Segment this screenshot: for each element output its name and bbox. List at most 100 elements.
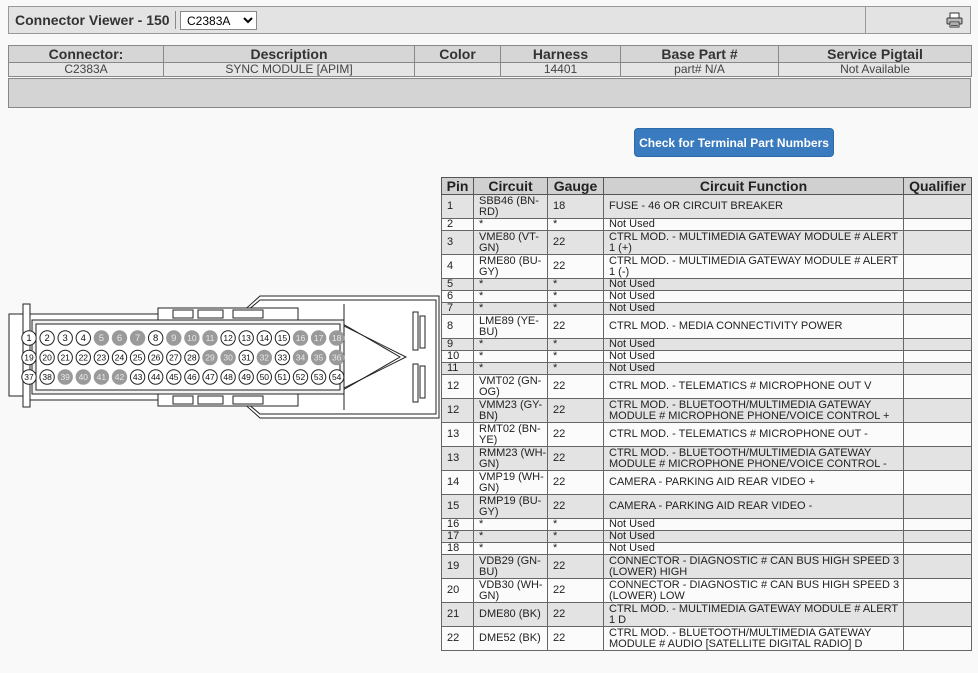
info-harness-value: 14401 (500, 62, 621, 77)
pin-number: 11 (441, 362, 474, 375)
pin-table-header-circuit: Circuit (473, 177, 548, 195)
circuit-code: RME80 (BU-GY) (473, 254, 548, 279)
circuit-code: * (473, 302, 548, 315)
pin-table-row: 11 * * Not Used (441, 362, 972, 375)
circuit-code: * (473, 338, 548, 351)
connector-pin-label: 54 (332, 372, 342, 382)
connector-select[interactable]: C2383A (180, 11, 257, 30)
pin-table-row: 1 SBB46 (BN-RD) 18 FUSE - 46 OR CIRCUIT BRE… (441, 194, 972, 219)
connector-pin-label: 21 (60, 353, 70, 363)
pin-number: 6 (441, 290, 474, 303)
circuit-code: RMT02 (BN-YE) (473, 422, 548, 447)
pin-number: 2 (441, 218, 474, 231)
pin-number: 7 (441, 302, 474, 315)
wire-gauge: * (547, 362, 604, 375)
wire-gauge: 22 (547, 494, 604, 519)
wire-gauge: * (547, 530, 604, 543)
info-connector-value: C2383A (8, 62, 164, 77)
pin-table-header-pin: Pin (441, 177, 474, 195)
pin-number: 19 (441, 554, 474, 579)
connector-pin-label: 47 (205, 372, 215, 382)
wire-gauge: 22 (547, 446, 604, 471)
circuit-function: CTRL MOD. - MULTIMEDIA GATEWAY MODULE # … (603, 254, 904, 279)
qualifier (903, 362, 972, 375)
header-divider (865, 7, 866, 33)
pin-number: 13 (441, 446, 474, 471)
info-service-pigtail-value: Not Available (778, 62, 972, 77)
pin-table-row: 3 VME80 (VT-GN) 22 CTRL MOD. - MULTIMEDIA G… (441, 230, 972, 255)
connector-pin-label: 32 (260, 353, 270, 363)
connector-pin-label: 53 (314, 372, 324, 382)
qualifier (903, 518, 972, 531)
wire-gauge: 22 (547, 626, 604, 651)
connector-pin-label: 31 (241, 353, 251, 363)
circuit-function: Not Used (603, 290, 904, 303)
circuit-function: CONNECTOR - DIAGNOSTIC # CAN BUS HIGH SP… (603, 578, 904, 603)
wire-gauge: * (547, 542, 604, 555)
circuit-code: * (473, 350, 548, 363)
connector-pin-label: 28 (187, 353, 197, 363)
pin-table-row: 13 RMM23 (WH-GN) 22 CTRL MOD. - BLUETOOTH/M… (441, 446, 972, 471)
circuit-function: CAMERA - PARKING AID REAR VIDEO + (603, 470, 904, 495)
pin-table-row: 2 * * Not Used (441, 218, 972, 231)
circuit-code: * (473, 278, 548, 291)
connector-diagram: 1 2 3 4 5 6 7 8 9 10 11 12 13 14 15 16 17 1819 20 21 22 23 24 2… (8, 295, 440, 419)
check-terminal-part-numbers-button[interactable]: Check for Terminal Part Numbers (634, 128, 834, 157)
pin-table-row: 16 * * Not Used (441, 518, 972, 531)
pin-number: 18 (441, 542, 474, 555)
circuit-function: Not Used (603, 278, 904, 291)
connector-pin-label: 7 (135, 333, 140, 344)
pin-table-row: 12 VMT02 (GN-OG) 22 CTRL MOD. - TELEMATICS … (441, 374, 972, 399)
qualifier (903, 230, 972, 255)
pin-number: 9 (441, 338, 474, 351)
qualifier (903, 350, 972, 363)
circuit-code: RMP19 (BU-GY) (473, 494, 548, 519)
circuit-function: CONNECTOR - DIAGNOSTIC # CAN BUS HIGH SP… (603, 554, 904, 579)
connector-pin-label: 13 (241, 333, 251, 343)
pin-number: 16 (441, 518, 474, 531)
connector-pin-label: 12 (223, 333, 233, 343)
info-header-color: Color (414, 45, 501, 63)
info-description-value: SYNC MODULE [APIM] (163, 62, 415, 77)
connector-pin-label: 18 (332, 333, 342, 343)
circuit-code: * (473, 542, 548, 555)
qualifier (903, 554, 972, 579)
pin-table-row: 13 RMT02 (BN-YE) 22 CTRL MOD. - TELEMATICS … (441, 422, 972, 447)
qualifier (903, 446, 972, 471)
connector-pin-label: 22 (79, 353, 89, 363)
connector-pin-label: 40 (79, 372, 89, 382)
connector-pin-label: 44 (151, 372, 161, 382)
connector-pin-label: 42 (115, 372, 125, 382)
connector-pin-label: 36 (332, 353, 342, 363)
connector-pin-label: 30 (223, 353, 233, 363)
circuit-function: Not Used (603, 218, 904, 231)
qualifier (903, 278, 972, 291)
connector-pin-label: 38 (42, 372, 52, 382)
title-separator (175, 11, 176, 29)
pin-table-row: 21 DME80 (BK) 22 CTRL MOD. - MULTIMEDIA GAT… (441, 602, 972, 627)
connector-pin-label: 26 (151, 353, 161, 363)
qualifier (903, 422, 972, 447)
pin-table-row: 19 VDB29 (GN-BU) 22 CONNECTOR - DIAGNOSTIC … (441, 554, 972, 579)
connector-pin-label: 2 (44, 333, 49, 344)
qualifier (903, 494, 972, 519)
printer-icon[interactable] (946, 12, 963, 28)
qualifier (903, 290, 972, 303)
qualifier (903, 626, 972, 651)
circuit-function: CTRL MOD. - TELEMATICS # MICROPHONE OUT … (603, 422, 904, 447)
circuit-function: Not Used (603, 518, 904, 531)
circuit-code: * (473, 530, 548, 543)
qualifier (903, 194, 972, 219)
connector-pin-label: 11 (206, 333, 215, 343)
pin-number: 20 (441, 578, 474, 603)
circuit-function: Not Used (603, 362, 904, 375)
connector-pin-label: 24 (115, 353, 125, 363)
info-header-connector: Connector: (8, 45, 164, 63)
pin-number: 12 (441, 398, 474, 423)
qualifier (903, 470, 972, 495)
pin-number: 1 (441, 194, 474, 219)
connector-pin-label: 15 (278, 333, 288, 343)
circuit-code: * (473, 218, 548, 231)
wire-gauge: 22 (547, 578, 604, 603)
pin-table-row: 7 * * Not Used (441, 302, 972, 315)
